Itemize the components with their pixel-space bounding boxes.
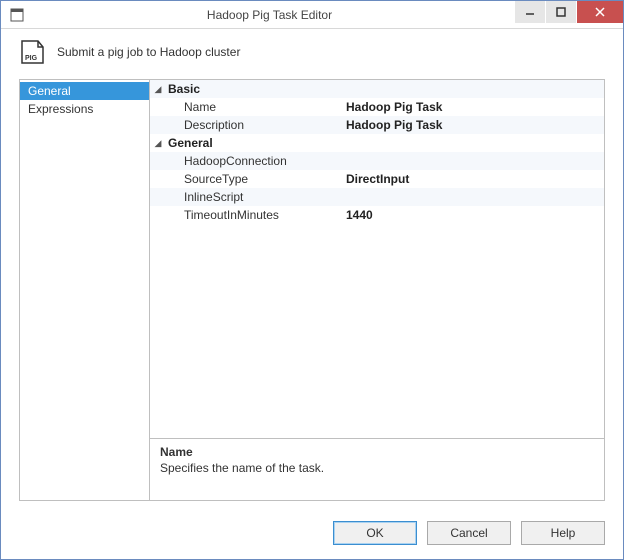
description-title: Name	[160, 445, 594, 459]
header-subtitle: Submit a pig job to Hadoop cluster	[57, 45, 240, 59]
property-panel: ◢ Basic Name Hadoop Pig Task Description…	[150, 80, 604, 500]
property-row-name[interactable]: Name Hadoop Pig Task	[150, 98, 604, 116]
category-label: Basic	[166, 82, 346, 96]
property-row-inlinescript[interactable]: InlineScript	[150, 188, 604, 206]
property-label: SourceType	[166, 172, 346, 186]
description-panel: Name Specifies the name of the task.	[150, 438, 604, 500]
category-row-basic[interactable]: ◢ Basic	[150, 80, 604, 98]
close-button[interactable]	[577, 1, 623, 23]
sidebar-item-general[interactable]: General	[20, 82, 149, 100]
titlebar: Hadoop Pig Task Editor	[1, 1, 623, 29]
content-area: General Expressions ◢ Basic Name Hadoop …	[19, 79, 605, 501]
property-row-description[interactable]: Description Hadoop Pig Task	[150, 116, 604, 134]
header: PIG Submit a pig job to Hadoop cluster	[1, 29, 623, 79]
property-label: TimeoutInMinutes	[166, 208, 346, 222]
collapse-icon[interactable]: ◢	[150, 84, 166, 95]
footer: OK Cancel Help	[1, 511, 623, 559]
help-button[interactable]: Help	[521, 521, 605, 545]
property-value[interactable]: Hadoop Pig Task	[346, 118, 604, 132]
property-value[interactable]: Hadoop Pig Task	[346, 100, 604, 114]
pig-icon: PIG	[19, 39, 45, 65]
collapse-icon[interactable]: ◢	[150, 138, 166, 149]
description-body: Specifies the name of the task.	[160, 461, 594, 475]
property-row-sourcetype[interactable]: SourceType DirectInput	[150, 170, 604, 188]
editor-window: Hadoop Pig Task Editor PIG Su	[0, 0, 624, 560]
property-label: Name	[166, 100, 346, 114]
property-grid: ◢ Basic Name Hadoop Pig Task Description…	[150, 80, 604, 438]
property-row-timeoutinminutes[interactable]: TimeoutInMinutes 1440	[150, 206, 604, 224]
category-row-general[interactable]: ◢ General	[150, 134, 604, 152]
ok-button[interactable]: OK	[333, 521, 417, 545]
cancel-button[interactable]: Cancel	[427, 521, 511, 545]
property-label: Description	[166, 118, 346, 132]
sidebar-item-expressions[interactable]: Expressions	[20, 100, 149, 118]
window-controls	[514, 1, 623, 28]
category-label: General	[166, 136, 346, 150]
window-title: Hadoop Pig Task Editor	[25, 8, 514, 22]
svg-text:PIG: PIG	[25, 55, 38, 62]
property-row-hadoopconnection[interactable]: HadoopConnection	[150, 152, 604, 170]
property-label: InlineScript	[166, 190, 346, 204]
property-value[interactable]: DirectInput	[346, 172, 604, 186]
maximize-button[interactable]	[546, 1, 576, 23]
sidebar: General Expressions	[20, 80, 150, 500]
property-label: HadoopConnection	[166, 154, 346, 168]
property-value[interactable]: 1440	[346, 208, 604, 222]
minimize-button[interactable]	[515, 1, 545, 23]
app-icon	[9, 7, 25, 23]
